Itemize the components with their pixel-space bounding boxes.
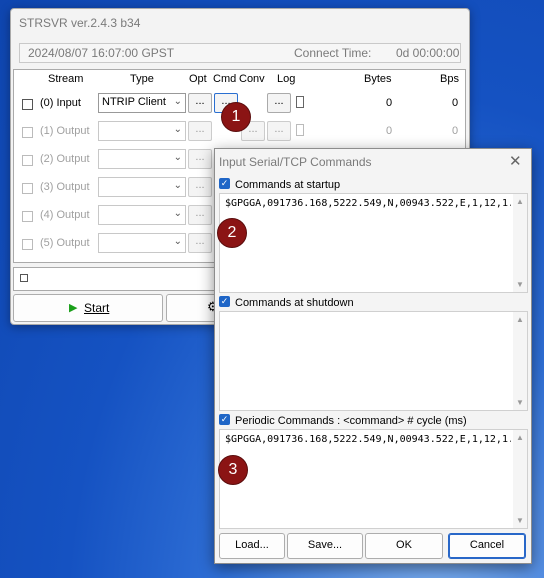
log-button[interactable]: ... xyxy=(267,93,291,113)
scroll-down-icon[interactable]: ▼ xyxy=(516,516,524,525)
log-button[interactable]: ... xyxy=(267,121,291,141)
periodic-commands-textarea[interactable]: $GPGGA,091736.168,5222.549,N,00943.522,E… xyxy=(219,429,528,529)
type-select[interactable]: ⌄ xyxy=(98,121,186,141)
type-select[interactable]: NTRIP Client ⌄ xyxy=(98,93,186,113)
type-select-value: NTRIP Client xyxy=(102,96,166,108)
row-checkbox[interactable] xyxy=(22,127,33,138)
save-button[interactable]: Save... xyxy=(287,533,363,559)
periodic-checkbox[interactable]: ✓ xyxy=(219,414,230,425)
opt-button[interactable]: ... xyxy=(188,121,212,141)
header-type: Type xyxy=(130,73,154,85)
load-button[interactable]: Load... xyxy=(219,533,285,559)
periodic-section: ✓ Periodic Commands : <command> # cycle … xyxy=(217,413,528,529)
row-label: (0) Input xyxy=(40,97,81,109)
row-checkbox[interactable] xyxy=(22,211,33,222)
row-checkbox[interactable] xyxy=(22,183,33,194)
row-checkbox[interactable] xyxy=(22,239,33,250)
chevron-down-icon: ⌄ xyxy=(173,152,182,163)
row-label: (3) Output xyxy=(40,181,90,193)
startup-commands-textarea[interactable]: $GPGGA,091736.168,5222.549,N,00943.522,E… xyxy=(219,193,528,293)
vertical-scrollbar[interactable]: ▲ ▼ xyxy=(513,430,527,528)
startup-checkbox[interactable]: ✓ xyxy=(219,178,230,189)
connect-time-label: Connect Time: xyxy=(294,46,372,60)
row-label: (2) Output xyxy=(40,153,90,165)
start-button-label: Start xyxy=(84,301,110,315)
periodic-label: Periodic Commands : <command> # cycle (m… xyxy=(235,415,467,427)
row-checkbox[interactable] xyxy=(22,155,33,166)
cancel-button[interactable]: Cancel xyxy=(448,533,526,559)
chevron-down-icon: ⌄ xyxy=(173,96,182,107)
play-icon: ▶ xyxy=(69,302,78,314)
dialog-title: Input Serial/TCP Commands xyxy=(219,155,372,169)
row-label: (5) Output xyxy=(40,237,90,249)
type-select[interactable]: ⌄ xyxy=(98,205,186,225)
vertical-scrollbar[interactable]: ▲ ▼ xyxy=(513,312,527,410)
type-select[interactable]: ⌄ xyxy=(98,177,186,197)
header-opt: Opt xyxy=(189,73,207,85)
row-checkbox[interactable] xyxy=(22,99,33,110)
shutdown-commands-textarea[interactable]: ▲ ▼ xyxy=(219,311,528,411)
opt-button[interactable]: ... xyxy=(188,233,212,253)
scroll-up-icon[interactable]: ▲ xyxy=(516,433,524,442)
opt-button[interactable]: ... xyxy=(188,149,212,169)
header-bps: Bps xyxy=(440,73,459,85)
scroll-down-icon[interactable]: ▼ xyxy=(516,398,524,407)
startup-commands-text: $GPGGA,091736.168,5222.549,N,00943.522,E… xyxy=(225,198,511,209)
shutdown-section: ✓ Commands at shutdown ▲ ▼ xyxy=(217,295,528,411)
chevron-down-icon: ⌄ xyxy=(173,124,182,135)
log-file-icon xyxy=(296,124,304,136)
scroll-up-icon[interactable]: ▲ xyxy=(516,315,524,324)
chevron-down-icon: ⌄ xyxy=(173,208,182,219)
shutdown-checkbox[interactable]: ✓ xyxy=(219,296,230,307)
status-bar: 2024/08/07 16:07:00 GPST Connect Time: 0… xyxy=(19,43,461,63)
bytes-value: 0 xyxy=(386,97,393,109)
bps-value: 0 xyxy=(452,97,459,109)
row-label: (1) Output xyxy=(40,125,90,137)
callout-marker-3: 3 xyxy=(218,455,248,485)
startup-label: Commands at startup xyxy=(235,179,341,191)
datetime-label: 2024/08/07 16:07:00 GPST xyxy=(28,46,175,60)
opt-button[interactable]: ... xyxy=(188,177,212,197)
scroll-down-icon[interactable]: ▼ xyxy=(516,280,524,289)
ok-button[interactable]: OK xyxy=(365,533,443,559)
chevron-down-icon: ⌄ xyxy=(173,180,182,191)
header-conv: Conv xyxy=(239,73,265,85)
connect-time-value: 0d 00:00:00 xyxy=(396,46,460,60)
header-log: Log xyxy=(277,73,296,85)
shutdown-label: Commands at shutdown xyxy=(235,297,354,309)
vertical-scrollbar[interactable]: ▲ ▼ xyxy=(513,194,527,292)
scroll-up-icon[interactable]: ▲ xyxy=(516,197,524,206)
type-select[interactable]: ⌄ xyxy=(98,149,186,169)
type-select[interactable]: ⌄ xyxy=(98,233,186,253)
opt-button[interactable]: ... xyxy=(188,93,212,113)
callout-marker-1: 1 xyxy=(221,102,251,132)
window-title: STRSVR ver.2.4.3 b34 xyxy=(19,16,141,30)
header-stream: Stream xyxy=(48,73,84,85)
periodic-commands-text: $GPGGA,091736.168,5222.549,N,00943.522,E… xyxy=(225,434,511,445)
start-button[interactable]: ▶ Start xyxy=(13,294,163,322)
bps-value: 0 xyxy=(452,125,459,137)
log-file-icon xyxy=(296,96,304,108)
callout-marker-2: 2 xyxy=(217,218,247,248)
serial-tcp-commands-dialog: Input Serial/TCP Commands ✕ ✓ Commands a… xyxy=(214,148,532,564)
chevron-down-icon: ⌄ xyxy=(173,236,182,247)
bytes-value: 0 xyxy=(386,125,393,137)
indicator-icon xyxy=(20,274,28,282)
row-label: (4) Output xyxy=(40,209,90,221)
header-bytes: Bytes xyxy=(364,73,392,85)
startup-section: ✓ Commands at startup $GPGGA,091736.168,… xyxy=(217,177,528,293)
close-icon[interactable]: ✕ xyxy=(509,152,522,170)
opt-button[interactable]: ... xyxy=(188,205,212,225)
header-cmd: Cmd xyxy=(213,73,237,85)
